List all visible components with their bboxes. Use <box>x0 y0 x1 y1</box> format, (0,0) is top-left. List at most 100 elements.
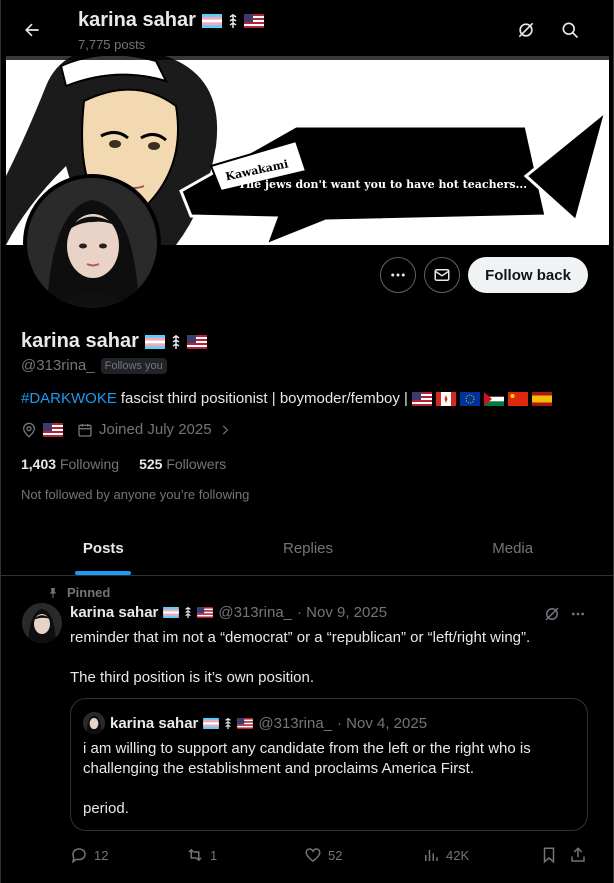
views-chart-icon <box>425 849 438 861</box>
chain-link-icon <box>225 717 232 729</box>
profile-meta: Joined July 2025 <box>21 421 232 438</box>
chevron-right-icon <box>222 425 228 434</box>
avatar-image <box>27 178 157 308</box>
quoted-post[interactable]: karina sahar @313rina_ · Nov 4, 2025 i a… <box>70 698 588 831</box>
pinned-indicator: Pinned <box>47 585 110 600</box>
post-author-handle[interactable]: @313rina_ <box>218 604 292 621</box>
eu-flag-icon <box>459 391 480 406</box>
us-flag-icon <box>243 13 264 28</box>
bio-hashtag-link[interactable]: #DARKWOKE <box>21 390 117 407</box>
pin-icon <box>49 587 57 598</box>
more-dots-icon <box>572 612 584 616</box>
profile-avatar[interactable] <box>23 174 161 312</box>
quote-author-handle: @313rina_ <box>258 714 332 732</box>
follows-you-badge: Follows you <box>100 357 167 374</box>
profile-page: Kawakami The jews don't want you to have… <box>0 0 614 883</box>
post-author-avatar[interactable] <box>22 603 62 643</box>
quote-body: i am willing to support any candidate fr… <box>83 739 573 839</box>
not-followed-note: Not followed by anyone you’re following <box>21 487 250 502</box>
china-flag-icon <box>507 391 528 406</box>
post-header: karina sahar @313rina_ · Nov 9, 2025 <box>70 604 387 621</box>
followers-link[interactable]: 525 Followers <box>139 456 226 472</box>
header-post-count: 7,775 posts <box>78 37 146 52</box>
us-flag-icon <box>411 391 432 406</box>
tab-replies[interactable]: Replies <box>206 522 411 575</box>
post-more-button[interactable] <box>567 603 589 625</box>
quote-author-avatar <box>83 712 105 734</box>
reply-count: 12 <box>94 847 109 863</box>
more-dots-icon <box>391 273 405 277</box>
trans-flag-icon <box>201 13 222 28</box>
followers-count: 525 <box>139 456 163 472</box>
repost-button[interactable]: 1 <box>186 843 217 867</box>
tab-replies-label: Replies <box>282 540 334 557</box>
like-button[interactable]: 52 <box>304 843 342 867</box>
post-grok-button[interactable] <box>541 603 563 625</box>
reply-icon <box>71 848 86 864</box>
follow-back-button[interactable]: Follow back <box>468 257 588 293</box>
tab-media-label: Media <box>492 540 534 557</box>
header-display-name: karina sahar <box>78 9 196 31</box>
post-date[interactable]: · Nov 9, 2025 <box>297 604 387 621</box>
reply-button[interactable]: 12 <box>70 843 108 867</box>
tab-media[interactable]: Media <box>410 522 613 575</box>
like-count: 52 <box>328 847 343 863</box>
profile-handle: @313rina_ <box>21 357 95 374</box>
profile-tabs: Posts Replies Media <box>1 522 613 576</box>
spain-flag-icon <box>531 391 552 406</box>
followers-label: Followers <box>166 456 227 472</box>
chain-link-icon <box>172 334 180 349</box>
quote-author-name: karina sahar <box>110 714 199 732</box>
post-text-line1: reminder that im not a “democrat” or a “… <box>70 629 531 646</box>
bookmark-button[interactable] <box>540 843 558 867</box>
quote-text-para2: period. <box>83 800 129 817</box>
location-pin-icon <box>22 422 36 438</box>
post-avatar-image <box>22 603 62 643</box>
pinned-label: Pinned <box>67 585 111 600</box>
view-count: 42K <box>446 847 470 863</box>
joined-date[interactable]: Joined July 2025 <box>99 421 212 438</box>
chain-link-icon <box>185 606 192 619</box>
follow-counts: 1,403 Following 525 Followers <box>21 456 226 472</box>
tab-posts[interactable]: Posts <box>1 522 206 575</box>
profile-bio: #DARKWOKE fascist third positionist | bo… <box>21 390 552 407</box>
search-icon <box>562 22 579 39</box>
palestine-flag-icon <box>483 391 504 406</box>
bio-text: fascist third positionist | boymoder/fem… <box>120 390 408 407</box>
bookmark-icon <box>543 847 555 864</box>
profile-display-name: karina sahar <box>21 330 139 352</box>
active-tab-indicator <box>75 571 132 575</box>
canada-flag-icon <box>435 391 456 406</box>
us-flag-icon <box>43 422 63 437</box>
share-button[interactable] <box>569 843 587 867</box>
more-options-button[interactable] <box>380 257 416 293</box>
quote-date: · Nov 4, 2025 <box>337 714 428 732</box>
following-link[interactable]: 1,403 Following <box>21 456 119 472</box>
post-text-line2: The third position is it’s own position. <box>70 669 315 686</box>
us-flag-icon <box>237 717 254 729</box>
post-author-name[interactable]: karina sahar <box>70 604 158 621</box>
following-count: 1,403 <box>21 456 57 472</box>
share-icon <box>571 847 585 862</box>
grok-icon <box>545 607 559 621</box>
trans-flag-icon <box>203 717 220 729</box>
message-button[interactable] <box>424 257 460 293</box>
quote-avatar-image <box>83 712 105 734</box>
trans-flag-icon <box>144 334 165 349</box>
post-body: reminder that im not a “democrat” or a “… <box>70 628 590 708</box>
heart-icon <box>305 848 321 862</box>
us-flag-icon <box>186 334 207 349</box>
back-arrow-icon <box>25 23 39 37</box>
post-actions: 12 1 52 42K <box>70 843 590 867</box>
quote-header: karina sahar @313rina_ · Nov 4, 2025 <box>83 712 427 734</box>
header-name: karina sahar <box>78 9 264 32</box>
search-button[interactable] <box>555 15 585 45</box>
banner-speech-text: The jews don't want you to have hot teac… <box>238 178 527 191</box>
back-button[interactable] <box>15 13 49 47</box>
grok-button[interactable] <box>511 15 541 45</box>
views-button[interactable]: 42K <box>422 843 469 867</box>
tab-posts-label: Posts <box>82 540 124 557</box>
quote-text-para1: i am willing to support any candidate fr… <box>83 740 531 777</box>
trans-flag-icon <box>163 607 180 618</box>
calendar-icon <box>78 423 92 437</box>
